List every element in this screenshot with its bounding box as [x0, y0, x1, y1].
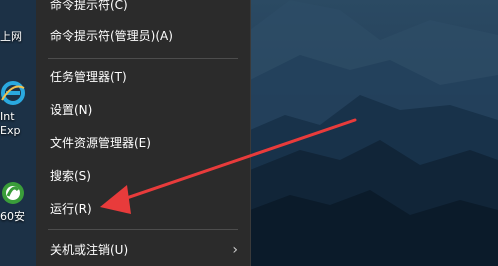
menu-item-command-prompt[interactable]: 命令提示符(C)	[36, 0, 250, 19]
menu-separator	[48, 58, 238, 59]
desktop-icon-label: 上网	[0, 30, 22, 43]
menu-item-settings[interactable]: 设置(N)	[36, 96, 250, 124]
desktop-icon-label: 60安	[0, 210, 25, 223]
menu-item-file-explorer[interactable]: 文件资源管理器(E)	[36, 129, 250, 157]
menu-separator	[48, 229, 238, 230]
winx-context-menu: 命令提示符(C) 命令提示符(管理员)(A) 任务管理器(T) 设置(N) 文件…	[36, 0, 251, 266]
menu-item-command-prompt-admin[interactable]: 命令提示符(管理员)(A)	[36, 22, 250, 50]
menu-item-run[interactable]: 运行(R)	[36, 195, 250, 223]
desktop-icon-360[interactable]: 60安	[0, 180, 36, 224]
menu-item-label: 关机或注销(U)	[50, 243, 129, 257]
menu-item-task-manager[interactable]: 任务管理器(T)	[36, 63, 250, 91]
menu-item-shutdown-signout[interactable]: 关机或注销(U) ›	[36, 236, 250, 264]
desktop-icon-label: Int Exp	[0, 110, 21, 137]
desktop-icon-browser[interactable]: 上网	[0, 30, 36, 44]
desktop-icon-internet-explorer[interactable]: Int Exp	[0, 80, 36, 138]
internet-explorer-icon	[1, 81, 25, 105]
chevron-right-icon: ›	[232, 242, 238, 258]
menu-item-search[interactable]: 搜索(S)	[36, 162, 250, 190]
security-app-icon	[2, 182, 24, 204]
